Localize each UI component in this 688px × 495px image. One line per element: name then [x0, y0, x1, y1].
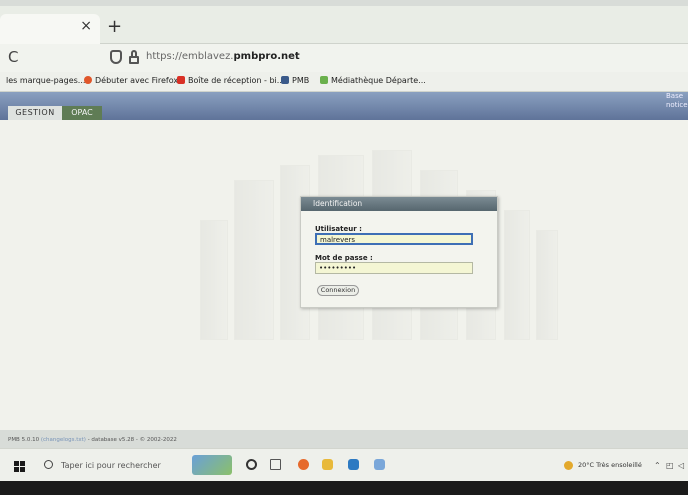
tab-opac[interactable]: OPAC: [62, 106, 102, 120]
library-icon: [320, 76, 328, 84]
login-title: Identification: [301, 197, 497, 211]
volume-icon[interactable]: ◁: [678, 461, 684, 470]
mail-icon[interactable]: [348, 459, 359, 470]
task-view-icon[interactable]: [270, 459, 281, 470]
url-domain: pmbpro.net: [233, 51, 300, 62]
weather-sun-icon[interactable]: [564, 461, 573, 470]
header-top-right-text: Base notice: [666, 92, 688, 112]
network-icon[interactable]: ◰: [666, 461, 674, 470]
monitor-bezel: [0, 481, 688, 495]
navigation-bar: C https://emblavez.pmbpro.net: [0, 44, 688, 72]
header-top-right-line: notice: [666, 101, 688, 109]
new-tab-button[interactable]: +: [107, 16, 122, 37]
weather-text[interactable]: 20°C Très ensoleillé: [578, 461, 642, 469]
windows-start-icon[interactable]: [14, 461, 26, 473]
file-explorer-icon[interactable]: [322, 459, 333, 470]
bookmark-label: les marque-pages...: [6, 76, 86, 85]
bookmark-label: Médiathèque Départe...: [331, 76, 426, 85]
firefox-icon: [84, 76, 92, 84]
header-top-right-line: Base: [666, 92, 684, 100]
search-highlight-image: [192, 455, 232, 475]
app-header: Base notice GESTION OPAC: [0, 92, 688, 120]
gmail-icon: [177, 76, 185, 84]
search-icon[interactable]: [44, 460, 53, 469]
changelog-link[interactable]: (changelogs.txt): [41, 437, 86, 443]
screen: × + C https://emblavez.pmbpro.net les ma…: [0, 0, 688, 495]
chevron-up-icon[interactable]: ⌃: [654, 461, 661, 470]
tracking-protection-shield-icon[interactable]: [110, 50, 122, 64]
taskbar-search-input[interactable]: Taper ici pour rechercher: [61, 461, 161, 470]
bookmark-item[interactable]: PMB: [281, 76, 309, 85]
tab-gestion[interactable]: GESTION: [8, 106, 62, 120]
login-dialog: Identification Utilisateur : malrevers M…: [300, 196, 498, 308]
bookmark-item[interactable]: Débuter avec Firefox: [84, 76, 178, 85]
close-tab-icon[interactable]: ×: [80, 18, 92, 34]
bookmark-label: PMB: [292, 76, 310, 85]
taskbar: Taper ici pour rechercher 20°C Très enso…: [0, 448, 688, 481]
app-taskbar-icon[interactable]: [374, 459, 385, 470]
url-prefix: https://emblavez.: [146, 51, 234, 62]
footer-version-number: PMB 5.0.10: [8, 437, 40, 443]
reload-icon[interactable]: C: [8, 48, 18, 66]
connexion-button[interactable]: Connexion: [317, 285, 359, 296]
firefox-taskbar-icon[interactable]: [298, 459, 309, 470]
bookmarks-toolbar: les marque-pages... Débuter avec Firefox…: [0, 72, 688, 92]
bookmark-item[interactable]: Médiathèque Départe...: [320, 76, 426, 85]
username-label: Utilisateur :: [315, 225, 362, 233]
lock-icon[interactable]: [128, 50, 140, 64]
cortana-icon[interactable]: [246, 459, 257, 470]
bookmark-label: Débuter avec Firefox: [95, 76, 179, 85]
password-field[interactable]: •••••••••: [315, 262, 473, 274]
username-field[interactable]: malrevers: [315, 233, 473, 245]
footer-database: - database v5.28 - © 2002-2022: [87, 437, 177, 443]
browser-tab[interactable]: ×: [0, 14, 100, 44]
bookmark-label: Boîte de réception - bi...: [188, 76, 285, 85]
footer-version: PMB 5.0.10 (changelogs.txt) - database v…: [8, 437, 177, 443]
password-label: Mot de passe :: [315, 254, 373, 262]
bookmark-item[interactable]: les marque-pages...: [6, 76, 85, 85]
url-bar[interactable]: https://emblavez.pmbpro.net: [146, 51, 300, 62]
bookmark-item[interactable]: Boîte de réception - bi...: [177, 76, 284, 85]
pmb-icon: [281, 76, 289, 84]
browser-tab-strip: × +: [0, 6, 688, 44]
